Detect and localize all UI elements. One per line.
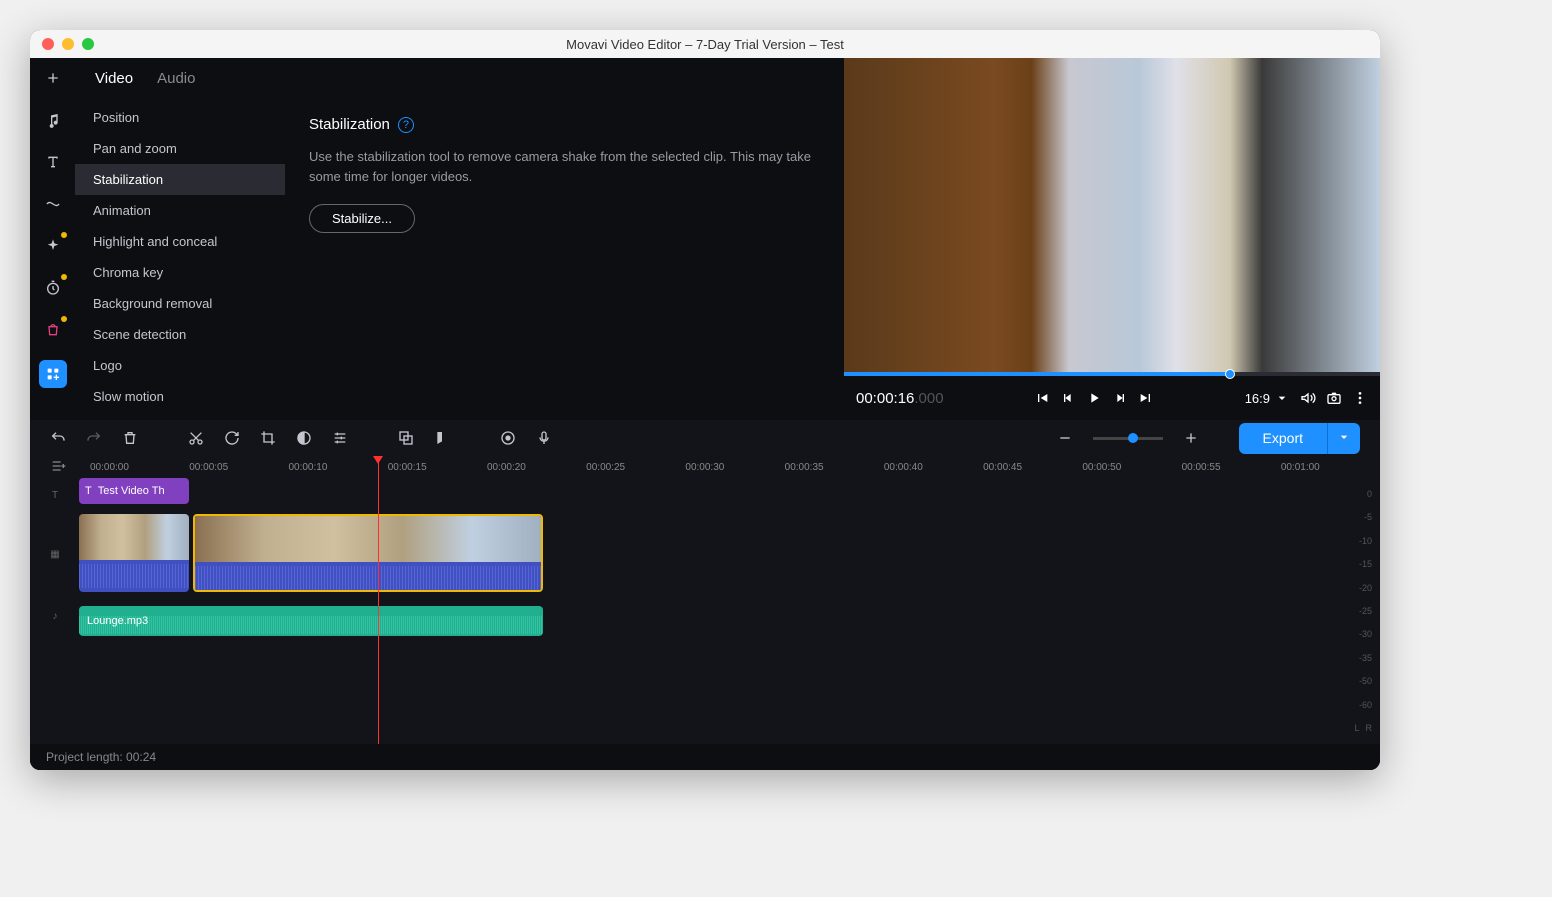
preview-video[interactable] [844, 58, 1380, 372]
step-back-icon[interactable] [1060, 390, 1076, 406]
tab-audio[interactable]: Audio [157, 70, 195, 87]
tools-sidebar: Position Pan and zoom Stabilization Anim… [75, 98, 285, 420]
close-window-button[interactable] [42, 38, 54, 50]
sidebar-item-background-removal[interactable]: Background removal [75, 288, 285, 319]
aspect-ratio-dropdown[interactable]: 16:9 [1245, 390, 1290, 406]
sidebar-item-pan-zoom[interactable]: Pan and zoom [75, 133, 285, 164]
timeline-ruler[interactable]: 00:00:00 00:00:05 00:00:10 00:00:15 00:0… [30, 456, 1380, 478]
preview-panel: 00:00:16.000 16:9 [844, 58, 1380, 420]
title-clip[interactable]: T Test Video Th [79, 478, 189, 504]
timecode: 00:00:16.000 [856, 390, 944, 407]
skip-end-icon[interactable] [1138, 390, 1154, 406]
export-dropdown-button[interactable] [1327, 423, 1360, 454]
trash-icon[interactable] [122, 430, 138, 446]
app-body: Video Audio Position Pan and zoom Stabil… [30, 58, 1380, 770]
preview-scrubber[interactable] [844, 372, 1380, 376]
video-clip-1[interactable] [79, 514, 189, 592]
audio-track-label[interactable]: ♪ [30, 596, 80, 636]
help-icon[interactable]: ? [398, 117, 414, 133]
status-bar: Project length: 00:24 [30, 744, 1380, 770]
sidebar-item-scene-detection[interactable]: Scene detection [75, 319, 285, 350]
rotate-icon[interactable] [224, 430, 240, 446]
project-length: Project length: 00:24 [46, 750, 156, 764]
sidebar-item-chroma-key[interactable]: Chroma key [75, 257, 285, 288]
clip-properties-icon[interactable] [332, 430, 348, 446]
record-audio-icon[interactable] [536, 430, 552, 446]
undo-icon[interactable] [50, 430, 66, 446]
content-panel: Stabilization ? Use the stabilization to… [285, 98, 844, 420]
shopping-icon[interactable] [41, 318, 65, 342]
record-video-icon[interactable] [500, 430, 516, 446]
transitions-icon[interactable] [41, 192, 65, 216]
add-track-icon[interactable] [50, 458, 66, 477]
overlay-icon[interactable] [398, 430, 414, 446]
timer-icon[interactable] [41, 276, 65, 300]
sidebar-item-highlight-conceal[interactable]: Highlight and conceal [75, 226, 285, 257]
audio-meter: 0-5-10 -15-20-25 -30-35-50 -60 LR [1322, 478, 1372, 744]
tabs-row: Video Audio [75, 58, 844, 98]
crop-icon[interactable] [260, 430, 276, 446]
text-clip-icon: T [85, 485, 92, 497]
add-media-icon[interactable] [41, 66, 65, 90]
skip-start-icon[interactable] [1034, 390, 1050, 406]
content-title: Stabilization [309, 116, 390, 133]
play-icon[interactable] [1086, 390, 1102, 406]
titlebar: Movavi Video Editor – 7-Day Trial Versio… [30, 30, 1380, 58]
sidebar-item-position[interactable]: Position [75, 102, 285, 133]
video-clip-2-selected[interactable] [193, 514, 543, 592]
more-menu-icon[interactable] [1352, 390, 1368, 406]
step-forward-icon[interactable] [1112, 390, 1128, 406]
effects-icon[interactable] [41, 234, 65, 258]
video-track-label[interactable]: ▦ [30, 512, 80, 596]
maximize-window-button[interactable] [82, 38, 94, 50]
sidebar-item-logo[interactable]: Logo [75, 350, 285, 381]
timeline-toolbar: Export [30, 420, 1380, 456]
marker-icon[interactable] [434, 430, 450, 446]
more-tools-icon[interactable] [39, 360, 67, 388]
title-track-label[interactable]: T [30, 478, 80, 512]
snapshot-icon[interactable] [1326, 390, 1342, 406]
sidebar-item-slow-motion[interactable]: Slow motion [75, 381, 285, 412]
music-icon[interactable] [41, 108, 65, 132]
window-controls [42, 38, 94, 50]
left-rail [30, 58, 75, 420]
content-description: Use the stabilization tool to remove cam… [309, 147, 820, 186]
tab-video[interactable]: Video [95, 70, 133, 87]
timeline[interactable]: T ▦ ♪ T Test Video Th Lounge.mp3 [30, 478, 1380, 744]
sidebar-item-animation[interactable]: Animation [75, 195, 285, 226]
text-icon[interactable] [41, 150, 65, 174]
volume-icon[interactable] [1300, 390, 1316, 406]
audio-clip[interactable]: Lounge.mp3 [79, 606, 543, 636]
zoom-out-icon[interactable] [1057, 430, 1073, 446]
export-button[interactable]: Export [1239, 423, 1327, 454]
color-adjust-icon[interactable] [296, 430, 312, 446]
zoom-in-icon[interactable] [1183, 430, 1199, 446]
playhead[interactable] [378, 456, 379, 744]
stabilize-button[interactable]: Stabilize... [309, 204, 415, 233]
zoom-slider[interactable] [1093, 437, 1163, 440]
sidebar-item-stabilization[interactable]: Stabilization [75, 164, 285, 195]
redo-icon[interactable] [86, 430, 102, 446]
app-window: Movavi Video Editor – 7-Day Trial Versio… [30, 30, 1380, 770]
cut-icon[interactable] [188, 430, 204, 446]
window-title: Movavi Video Editor – 7-Day Trial Versio… [566, 37, 844, 52]
minimize-window-button[interactable] [62, 38, 74, 50]
